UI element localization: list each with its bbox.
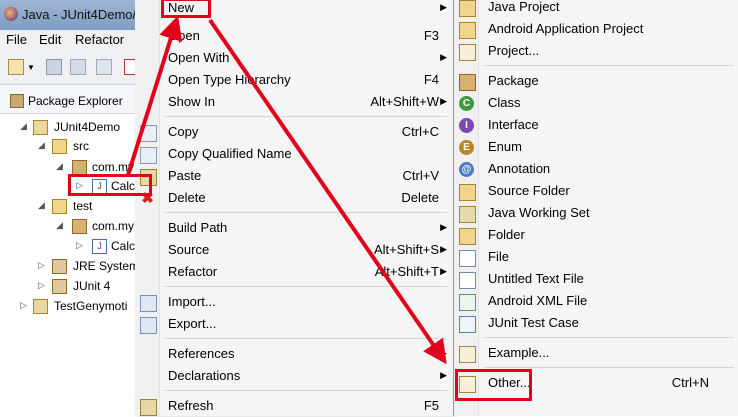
arrow-new-to-other bbox=[208, 18, 447, 365]
arrow-file-to-new bbox=[126, 15, 183, 176]
annotation-arrows bbox=[126, 15, 447, 365]
